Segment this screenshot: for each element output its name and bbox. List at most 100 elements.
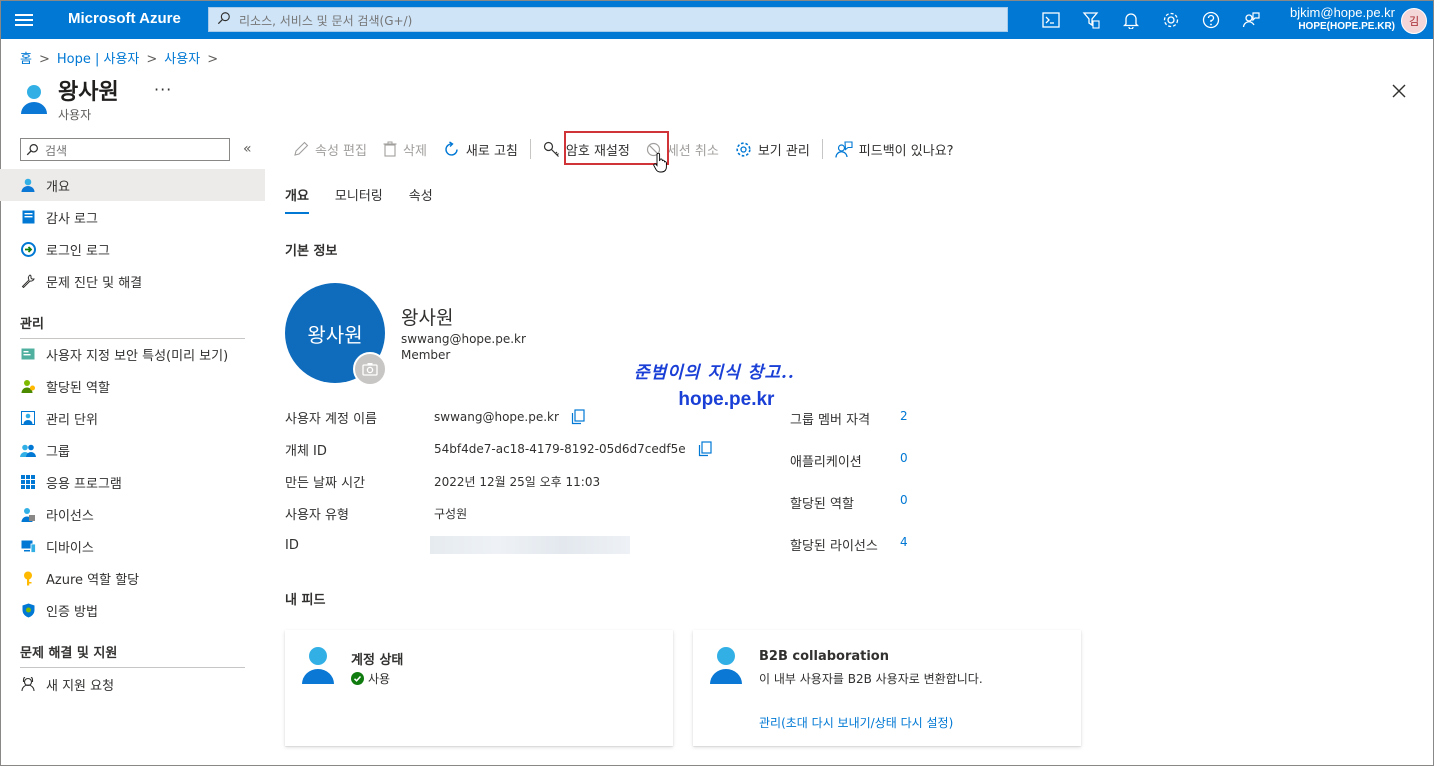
avatar[interactable]: 김: [1401, 8, 1427, 34]
sidebar-section-manage: 관리: [20, 313, 245, 339]
sidebar-item-auth-methods[interactable]: 인증 방법: [0, 594, 265, 626]
directory-filter-icon[interactable]: [1071, 9, 1111, 31]
sidebar-item-label: 인증 방법: [46, 604, 98, 620]
property-value: swwang@hope.pe.kr: [434, 410, 559, 424]
applications-icon: [20, 474, 36, 490]
auth-methods-icon: [20, 602, 36, 618]
property-label: ID: [285, 537, 299, 553]
sidebar-item-label: 새 지원 요청: [46, 678, 115, 694]
sidebar-item-label: 디바이스: [46, 540, 94, 556]
stat-value-link[interactable]: 0: [900, 451, 908, 470]
sidebar-item-label: 라이선스: [46, 508, 94, 524]
page-title: 왕사원: [58, 80, 119, 105]
property-label: 만든 날짜 시간: [285, 475, 366, 491]
breadcrumb-users[interactable]: 사용자: [164, 52, 200, 67]
sidebar-item-signin-log[interactable]: 로그인 로그: [0, 233, 265, 265]
brand-logo[interactable]: Microsoft Azure: [68, 10, 181, 27]
stat-value-link[interactable]: 0: [900, 493, 908, 512]
edit-properties-label: 속성 편집: [315, 143, 367, 159]
user-icon: [21, 85, 47, 114]
basic-info-heading: 기본 정보: [285, 244, 338, 259]
sidebar-item-applications[interactable]: 응용 프로그램: [0, 466, 265, 498]
sidebar-item-groups[interactable]: 그룹: [0, 434, 265, 466]
sidebar-item-label: Azure 역할 할당: [46, 572, 140, 588]
sidebar-item-azure-roles[interactable]: Azure 역할 할당: [0, 562, 265, 594]
sidebar-item-label: 그룹: [46, 444, 70, 460]
toolbar-divider: [529, 139, 531, 159]
manage-view-button[interactable]: 보기 관리: [727, 133, 818, 165]
sidebar-item-devices[interactable]: 디바이스: [0, 530, 265, 562]
sidebar-item-label: 사용자 지정 보안 특성(미리 보기): [46, 348, 229, 364]
stat-label: 할당된 라이선스: [790, 539, 878, 554]
more-options-button[interactable]: ···: [154, 80, 172, 99]
copy-icon[interactable]: [698, 441, 712, 457]
key-icon: [543, 141, 560, 158]
sidebar-item-security-attributes[interactable]: 사용자 지정 보안 특성(미리 보기): [0, 338, 265, 370]
sidebar-item-label: 감사 로그: [46, 211, 98, 227]
sidebar-item-new-support-request[interactable]: 새 지원 요청: [0, 668, 265, 700]
sidebar-search-input[interactable]: [43, 141, 227, 160]
account-email: bjkim@hope.pe.kr: [1290, 5, 1395, 20]
page-subtitle: 사용자: [58, 108, 92, 122]
delete-button[interactable]: 삭제: [375, 133, 435, 165]
change-photo-button[interactable]: [353, 352, 387, 386]
chevron-right-icon: >: [146, 52, 158, 67]
property-object-id: 개체 ID 54bf4de7-ac18-4179-8192-05d6d7cedf…: [285, 439, 712, 459]
sidebar-item-audit-log[interactable]: 감사 로그: [0, 201, 265, 233]
feedback-icon[interactable]: [1231, 9, 1271, 31]
property-label: 사용자 유형: [285, 507, 349, 523]
property-value: 구성원: [434, 506, 468, 521]
breadcrumb-hope-users[interactable]: Hope | 사용자: [57, 52, 140, 67]
support-request-icon: [20, 676, 36, 692]
admin-units-icon: [20, 410, 36, 426]
tab-monitoring[interactable]: 모니터링: [335, 185, 383, 214]
breadcrumb-home[interactable]: 홈: [20, 52, 32, 67]
my-feed-heading: 내 피드: [285, 593, 326, 608]
tab-properties[interactable]: 속성: [409, 185, 433, 214]
hand-cursor-icon: [653, 153, 667, 173]
property-value: 2022년 12월 25일 오후 11:03: [434, 474, 601, 489]
property-value: 54bf4de7-ac18-4179-8192-05d6d7cedf5e: [434, 442, 686, 456]
close-icon[interactable]: [1390, 82, 1408, 100]
tab-overview[interactable]: 개요: [285, 185, 309, 214]
account-info[interactable]: bjkim@hope.pe.kr HOPE(HOPE.PE.KR): [1290, 5, 1395, 32]
refresh-button[interactable]: 새로 고침: [435, 133, 526, 165]
card-title: B2B collaboration: [759, 649, 889, 664]
global-search-input[interactable]: [237, 10, 1001, 31]
user-display-name: 왕사원: [401, 307, 454, 329]
sidebar-item-admin-units[interactable]: 관리 단위: [0, 402, 265, 434]
help-icon[interactable]: [1191, 9, 1231, 31]
property-label: 사용자 계정 이름: [285, 411, 377, 427]
security-attributes-icon: [20, 346, 36, 362]
copy-icon[interactable]: [571, 409, 585, 425]
collapse-sidebar-button[interactable]: «: [243, 141, 252, 157]
stat-value-link[interactable]: 2: [900, 409, 908, 428]
sidebar-item-diagnose[interactable]: 문제 진단 및 해결: [0, 265, 265, 297]
groups-icon: [20, 442, 36, 458]
feedback-button[interactable]: 피드백이 있나요?: [827, 133, 962, 165]
edit-properties-button[interactable]: 속성 편집: [285, 133, 375, 165]
notifications-icon[interactable]: [1111, 9, 1151, 31]
sidebar-item-assigned-roles[interactable]: 할당된 역할: [0, 370, 265, 402]
search-icon: [26, 144, 38, 156]
account-status-card: 계정 상태 사용: [285, 630, 673, 746]
sidebar-item-licenses[interactable]: 라이선스: [0, 498, 265, 530]
b2b-collaboration-card: B2B collaboration 이 내부 사용자를 B2B 사용자로 변환합…: [693, 630, 1081, 746]
sidebar-item-label: 관리 단위: [46, 412, 98, 428]
stat-value-link[interactable]: 4: [900, 535, 908, 554]
manage-view-label: 보기 관리: [757, 143, 810, 159]
cloud-shell-icon[interactable]: [1031, 9, 1071, 31]
menu-icon[interactable]: [15, 11, 33, 29]
gear-icon: [735, 141, 752, 158]
account-status-value: 사용: [368, 672, 391, 686]
audit-log-icon: [20, 209, 36, 225]
user-icon: [710, 647, 742, 684]
watermark-line-2: hope.pe.kr: [678, 389, 775, 410]
search-icon: [217, 12, 230, 25]
settings-icon[interactable]: [1151, 9, 1191, 31]
sidebar-item-label: 로그인 로그: [46, 243, 110, 259]
sidebar-search[interactable]: [20, 138, 230, 161]
global-search[interactable]: [208, 7, 1008, 32]
b2b-manage-link[interactable]: 관리(초대 다시 보내기/상태 다시 설정): [759, 714, 953, 731]
sidebar-item-overview[interactable]: 개요: [0, 169, 265, 201]
